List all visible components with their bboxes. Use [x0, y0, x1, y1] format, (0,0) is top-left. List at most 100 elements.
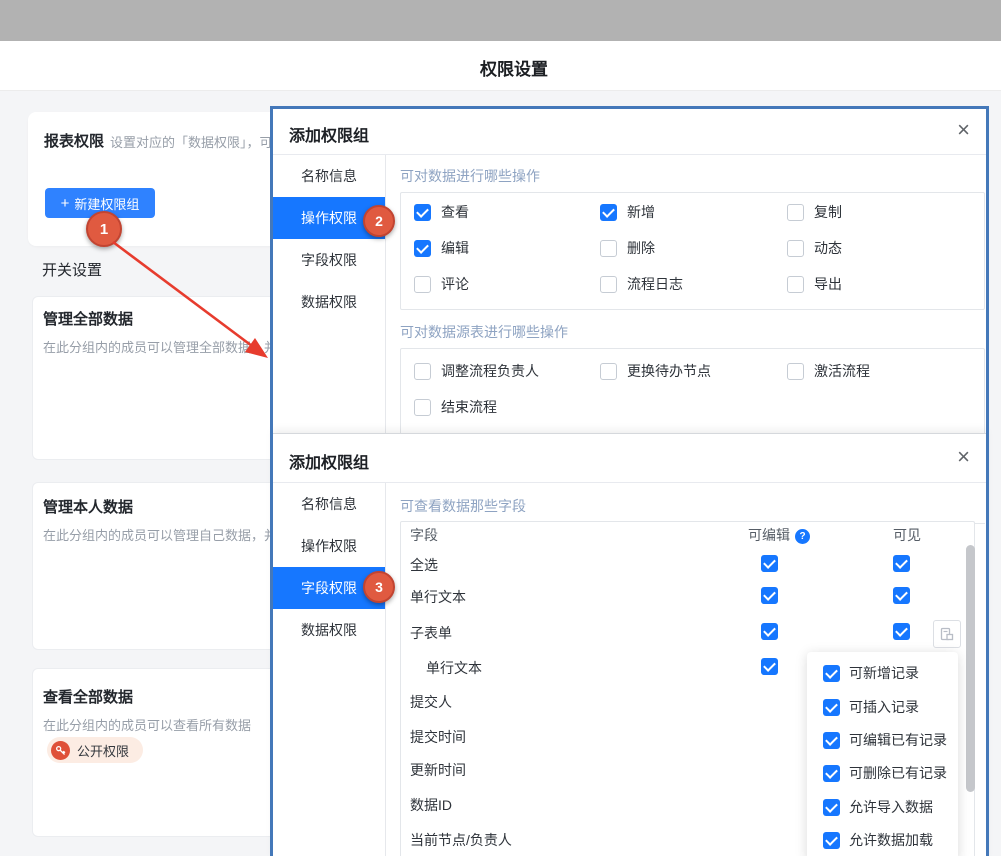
dropdown-item: 可编辑已有记录 [823, 730, 947, 750]
checkbox-label: 流程日志 [627, 274, 683, 294]
checkbox-copy[interactable] [787, 204, 804, 221]
step-badge-2: 2 [363, 205, 395, 237]
editable-checkbox-select-all[interactable] [761, 555, 778, 572]
data-operations-box [400, 192, 985, 310]
visible-checkbox-subform[interactable] [893, 623, 910, 640]
checkbox-can-insert-record[interactable] [823, 699, 840, 716]
checkbox-edit[interactable] [414, 240, 431, 257]
help-icon[interactable]: ? [795, 529, 810, 544]
dropdown-item-label: 可删除已有记录 [849, 763, 947, 783]
checkbox-item: 流程日志 [600, 274, 683, 294]
checkbox-adjust-flow-owner[interactable] [414, 363, 431, 380]
field-row-label-indented: 单行文本 [426, 658, 482, 678]
field-row-label: 提交人 [410, 692, 452, 712]
card-title: 查看全部数据 [43, 686, 133, 707]
public-permission-tag[interactable]: 公开权限 [47, 737, 143, 763]
dropdown-item: 可新增记录 [823, 663, 919, 683]
checkbox-item: 动态 [787, 238, 842, 258]
subform-settings-button[interactable] [933, 620, 961, 648]
dropdown-item: 可插入记录 [823, 697, 919, 717]
checkbox-item: 调整流程负责人 [414, 361, 539, 381]
dropdown-item: 允许导入数据 [823, 797, 933, 817]
editable-checkbox-subform[interactable] [761, 623, 778, 640]
tab-operation-permission[interactable]: 操作权限 [273, 525, 385, 567]
field-row-label: 当前节点/负责人 [410, 830, 512, 850]
modal2-close-icon[interactable]: × [957, 447, 970, 467]
checkbox-item: 删除 [600, 238, 655, 258]
checkbox-label: 编辑 [441, 238, 469, 258]
checkbox-item: 复制 [787, 202, 842, 222]
checkbox-label: 更换待办节点 [627, 361, 711, 381]
checkbox-item: 查看 [414, 202, 469, 222]
column-header-field: 字段 [410, 525, 438, 545]
checkbox-label: 激活流程 [814, 361, 870, 381]
checkbox-activate-flow[interactable] [787, 363, 804, 380]
dropdown-item-label: 可新增记录 [849, 663, 919, 683]
dropdown-item: 允许数据加载 [823, 830, 933, 850]
modal2-header [273, 434, 986, 483]
checkbox-item: 新增 [600, 202, 655, 222]
dropdown-item-label: 可插入记录 [849, 697, 919, 717]
checkbox-comment[interactable] [414, 276, 431, 293]
checkbox-allow-data-load[interactable] [823, 832, 840, 849]
checkbox-item: 更换待办节点 [600, 361, 711, 381]
tab-name-info[interactable]: 名称信息 [273, 155, 385, 197]
plus-icon: + [61, 195, 70, 212]
field-row-label: 更新时间 [410, 760, 466, 780]
key-icon [51, 741, 70, 760]
modal1-close-icon[interactable]: × [957, 120, 970, 140]
checkbox-item: 结束流程 [414, 397, 497, 417]
table-scrollbar-thumb[interactable] [966, 545, 975, 792]
editable-checkbox-sub-single-text[interactable] [761, 658, 778, 675]
checkbox-can-edit-existing[interactable] [823, 732, 840, 749]
checkbox-activity[interactable] [787, 240, 804, 257]
checkbox-item: 评论 [414, 274, 469, 294]
permission-settings-page: 权限设置 报表权限 设置对应的「数据权限」，可 + 新建权限组 开关设置 管理全… [0, 0, 1001, 856]
section-label-viewable-fields: 可查看数据那些字段 [400, 496, 985, 524]
checkbox-label: 评论 [441, 274, 469, 294]
public-permission-label: 公开权限 [77, 741, 129, 760]
visible-checkbox-single-text[interactable] [893, 587, 910, 604]
tab-field-permission[interactable]: 字段权限 [273, 239, 385, 281]
section-label-data-operations: 可对数据进行哪些操作 [400, 166, 985, 194]
window-top-bar [0, 0, 1001, 41]
checkbox-label: 动态 [814, 238, 842, 258]
dropdown-item-label: 允许数据加载 [849, 830, 933, 850]
subform-options-dropdown: 可新增记录 可插入记录 可编辑已有记录 可删除已有记录 允许导入数据 允许数据加… [807, 652, 958, 856]
checkbox-can-add-record[interactable] [823, 665, 840, 682]
column-header-visible: 可见 [893, 525, 921, 545]
checkbox-label: 结束流程 [441, 397, 497, 417]
tab-name-info[interactable]: 名称信息 [273, 483, 385, 525]
field-row-label: 全选 [410, 555, 438, 575]
checkbox-item: 导出 [787, 274, 842, 294]
checkbox-change-todo-node[interactable] [600, 363, 617, 380]
modal2-title: 添加权限组 [289, 449, 369, 473]
visible-checkbox-select-all[interactable] [893, 555, 910, 572]
modal2-sidebar: 名称信息 操作权限 字段权限 数据权限 [273, 483, 386, 856]
page-title: 权限设置 [0, 55, 1001, 80]
checkbox-end-flow[interactable] [414, 399, 431, 416]
checkbox-flow-log[interactable] [600, 276, 617, 293]
modal1-header [273, 109, 986, 155]
checkbox-label: 调整流程负责人 [441, 361, 539, 381]
checkbox-item: 编辑 [414, 238, 469, 258]
step-badge-1: 1 [86, 211, 122, 247]
checkbox-label: 导出 [814, 274, 842, 294]
new-permission-group-label: 新建权限组 [74, 194, 139, 213]
checkbox-allow-import[interactable] [823, 799, 840, 816]
checkbox-label: 新增 [627, 202, 655, 222]
checkbox-view[interactable] [414, 204, 431, 221]
add-permission-group-modal-1: 添加权限组 × 名称信息 操作权限 字段权限 数据权限 可对数据进行哪些操作 查… [273, 109, 986, 433]
checkbox-add[interactable] [600, 204, 617, 221]
switch-settings-label: 开关设置 [42, 259, 102, 280]
card-title: 管理全部数据 [43, 308, 133, 329]
tab-data-permission[interactable]: 数据权限 [273, 609, 385, 651]
section-label-source-table-operations: 可对数据源表进行哪些操作 [400, 322, 985, 350]
editable-checkbox-single-text[interactable] [761, 587, 778, 604]
tab-data-permission[interactable]: 数据权限 [273, 281, 385, 323]
checkbox-can-delete-existing[interactable] [823, 765, 840, 782]
checkbox-export[interactable] [787, 276, 804, 293]
step-badge-3: 3 [363, 571, 395, 603]
checkbox-delete[interactable] [600, 240, 617, 257]
dropdown-item-label: 允许导入数据 [849, 797, 933, 817]
